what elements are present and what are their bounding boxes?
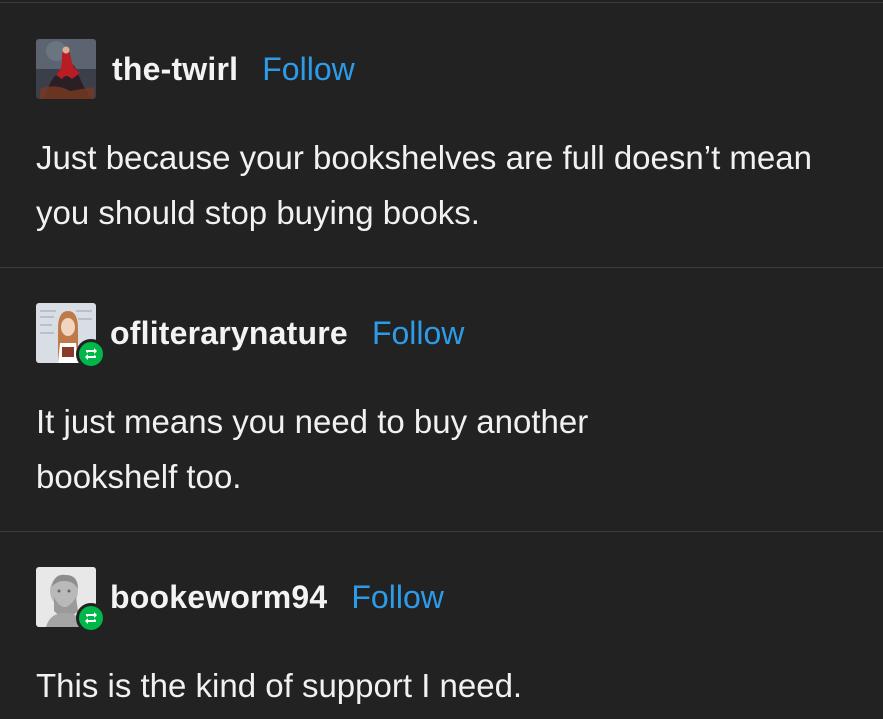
post-1: the-twirl Follow Just because your books… <box>0 0 883 268</box>
reblog-icon <box>76 339 106 369</box>
dancer-painting-avatar-icon <box>36 39 96 99</box>
post-3: bookeworm94 Follow This is the kind of s… <box>0 532 883 719</box>
username[interactable]: ofliterarynature <box>110 315 348 352</box>
follow-button[interactable]: Follow <box>372 315 464 352</box>
avatar[interactable] <box>36 567 106 633</box>
post-text: This is the kind of support I need. <box>36 667 523 704</box>
username[interactable]: the-twirl <box>112 51 238 88</box>
post-text: Just because your bookshelves are full d… <box>36 139 812 231</box>
avatar[interactable] <box>36 39 96 99</box>
post-2: ofliterarynature Follow It just means yo… <box>0 268 883 532</box>
post-header: ofliterarynature Follow <box>36 302 464 369</box>
post-header: the-twirl Follow <box>36 38 355 100</box>
username[interactable]: bookeworm94 <box>110 579 327 616</box>
follow-button[interactable]: Follow <box>351 579 443 616</box>
follow-button[interactable]: Follow <box>262 51 354 88</box>
reblog-icon <box>76 603 106 633</box>
avatar[interactable] <box>36 303 106 369</box>
post-header: bookeworm94 Follow <box>36 566 444 633</box>
tumblr-thread: the-twirl Follow Just because your books… <box>0 0 883 719</box>
post-text: It just means you need to buy another bo… <box>36 403 589 495</box>
